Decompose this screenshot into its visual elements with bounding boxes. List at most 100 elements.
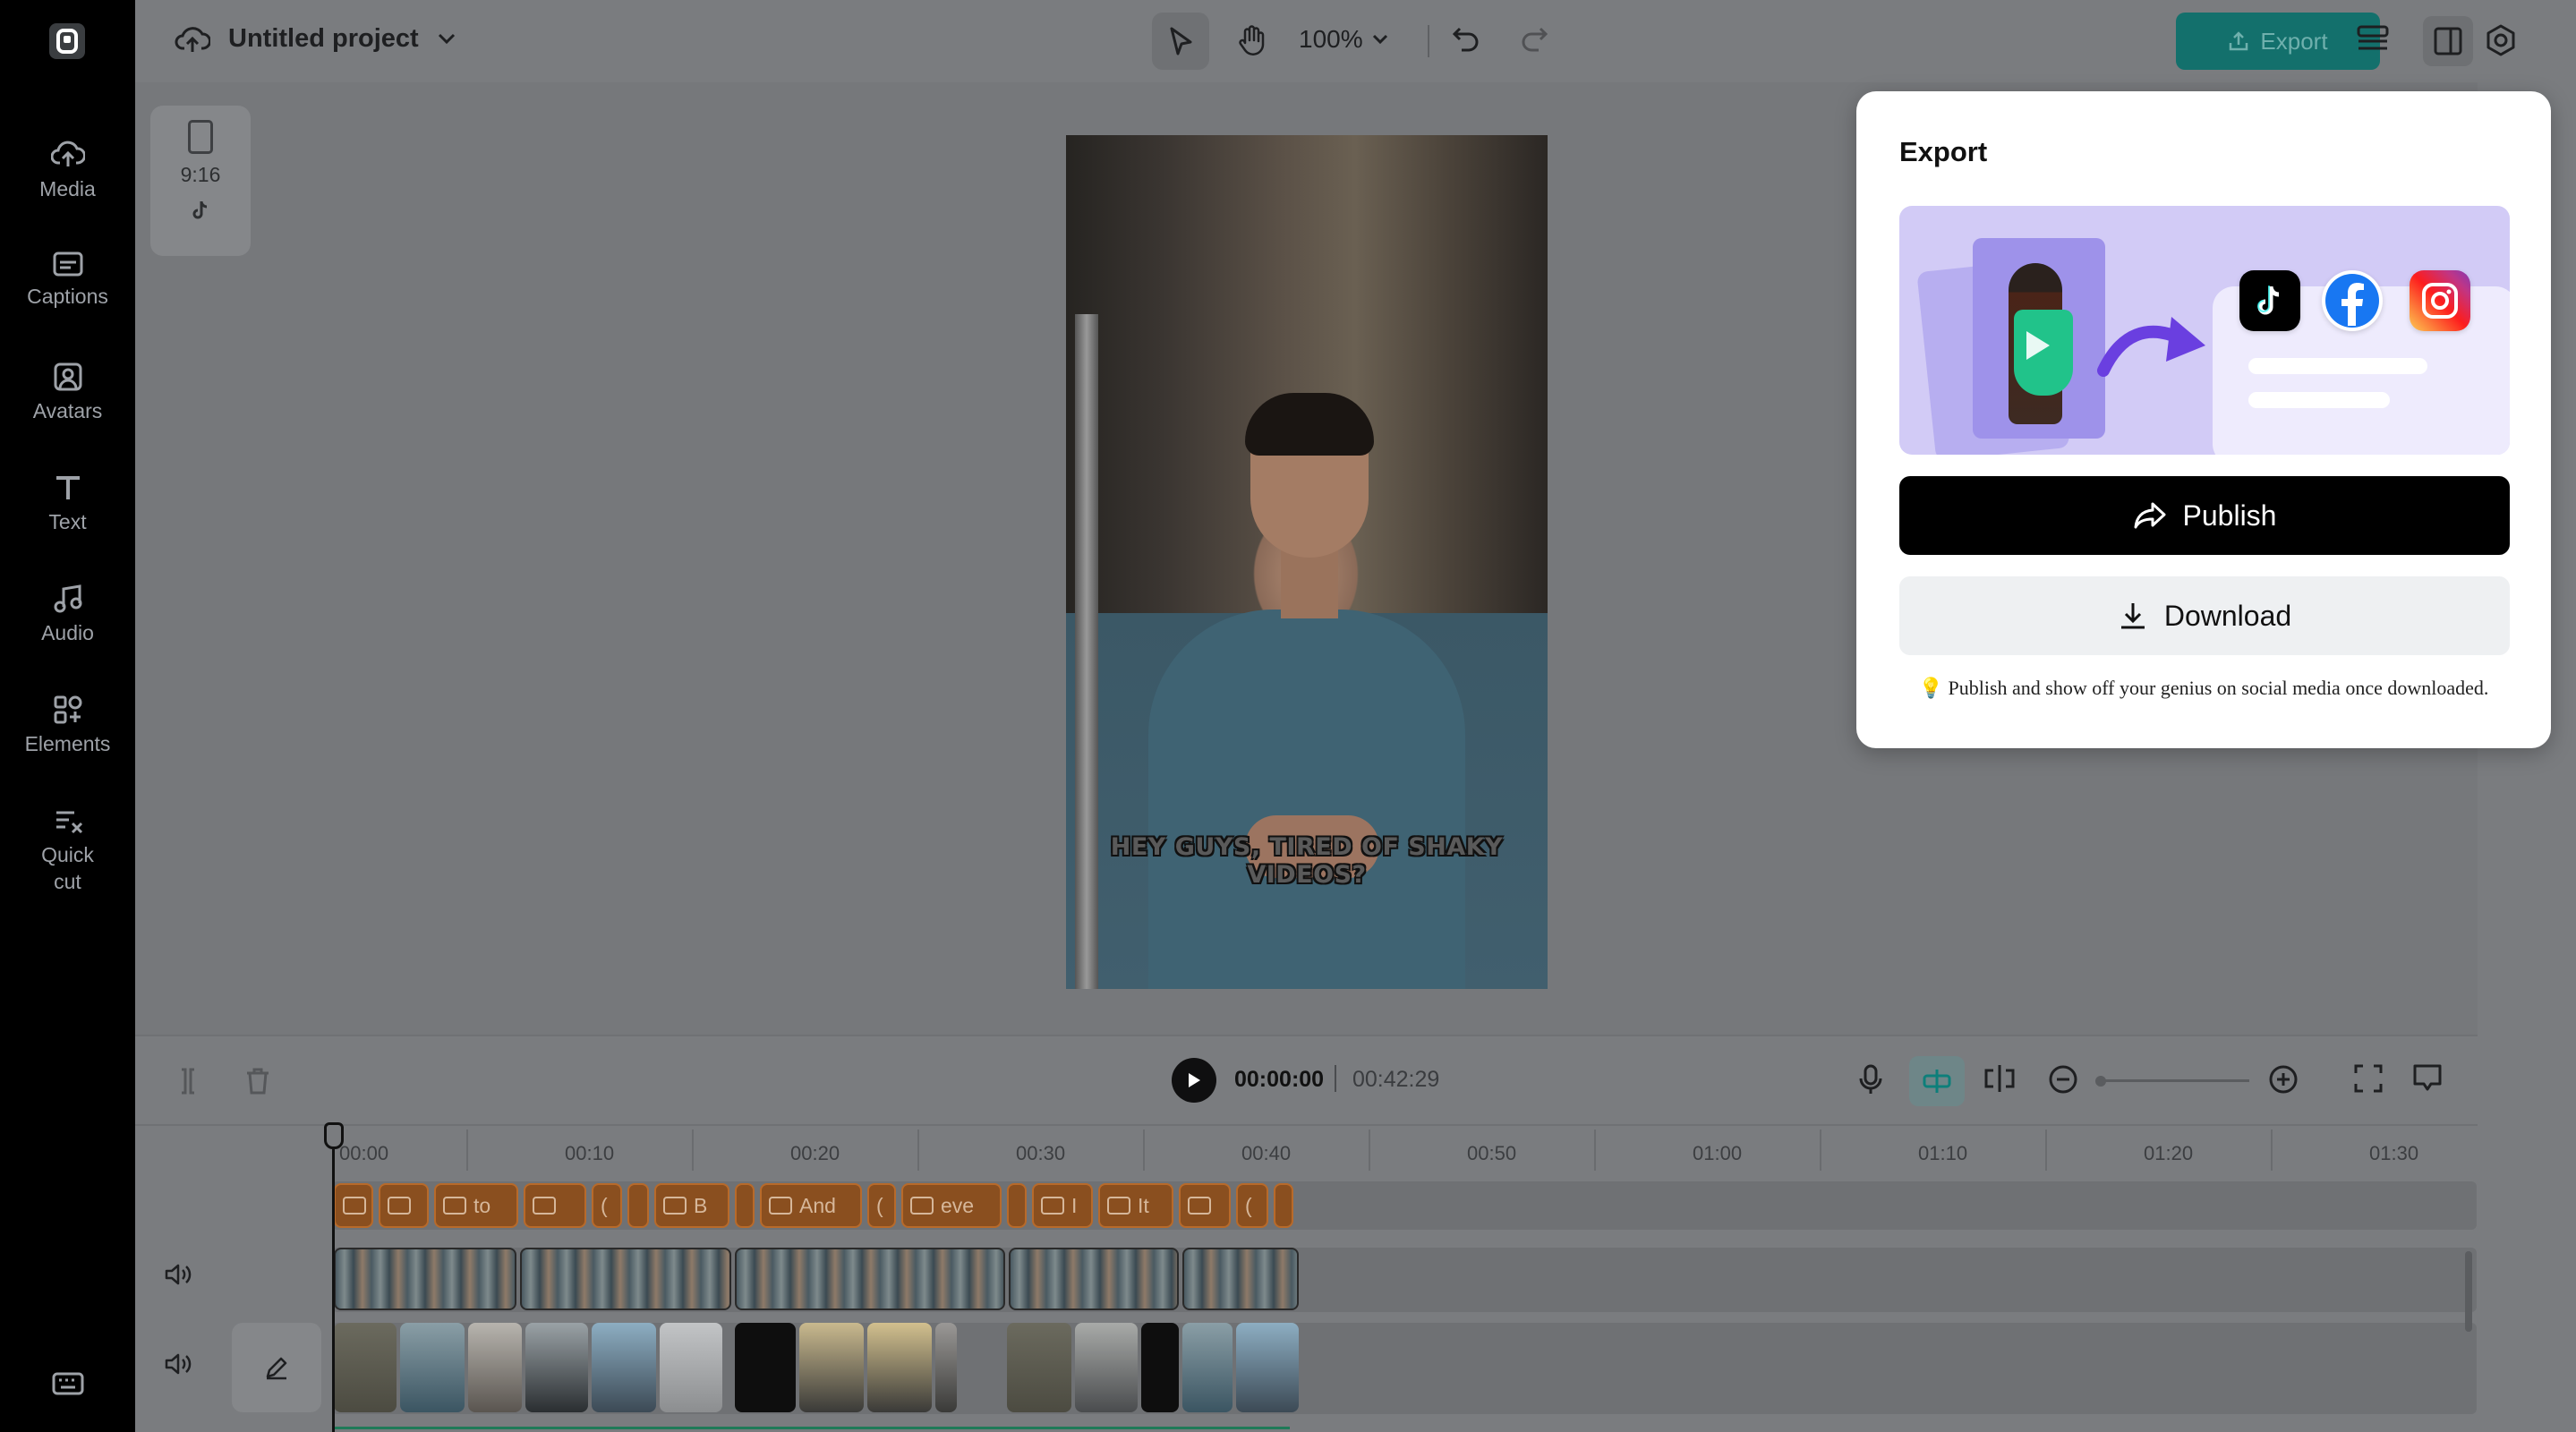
caption-clip[interactable] — [1274, 1183, 1293, 1228]
keyboard-shortcuts-icon[interactable] — [52, 1371, 84, 1396]
zoom-out-button[interactable] — [2047, 1063, 2079, 1095]
broll-clip[interactable] — [468, 1323, 522, 1412]
magnet-snap-icon — [1923, 1070, 1951, 1093]
broll-clip[interactable] — [1141, 1323, 1179, 1412]
sidebar-item-quick-cut[interactable]: Quick cut — [0, 806, 135, 895]
broll-clip[interactable] — [400, 1323, 465, 1412]
playhead[interactable] — [332, 1122, 335, 1432]
caption-clip[interactable]: And — [760, 1183, 862, 1228]
download-button[interactable]: Download — [1899, 576, 2510, 655]
zoom-select[interactable]: 100% — [1299, 25, 1388, 54]
app-logo[interactable] — [49, 23, 85, 59]
redo-button[interactable] — [1519, 23, 1549, 54]
split-button[interactable] — [175, 1067, 201, 1095]
broll-clip[interactable] — [935, 1323, 957, 1412]
caption-clip[interactable] — [735, 1183, 755, 1228]
video-clip[interactable] — [334, 1248, 516, 1310]
broll-clip[interactable] — [735, 1323, 796, 1412]
broll-clip[interactable] — [1075, 1323, 1138, 1412]
project-title[interactable]: Untitled project — [228, 24, 419, 54]
caption-clip[interactable] — [524, 1183, 586, 1228]
play-button[interactable] — [1172, 1058, 1216, 1103]
video-clip[interactable] — [735, 1248, 1005, 1310]
microphone-icon — [1859, 1064, 1882, 1094]
broll-clip[interactable] — [525, 1323, 588, 1412]
delete-button[interactable] — [244, 1067, 271, 1095]
video-clip[interactable] — [1182, 1248, 1299, 1310]
captions-icon — [53, 251, 82, 277]
ruler-label: 00:10 — [565, 1142, 615, 1164]
caption-clip[interactable]: ( — [1236, 1183, 1268, 1228]
broll-clip[interactable] — [334, 1323, 397, 1412]
caption-clip[interactable]: to — [434, 1183, 518, 1228]
broll-clip[interactable] — [1007, 1323, 1071, 1412]
caption-clip[interactable] — [334, 1183, 373, 1228]
caption-clip[interactable]: ( — [592, 1183, 622, 1228]
sidebar-item-text[interactable]: Text — [0, 473, 135, 535]
share-icon — [2134, 502, 2166, 529]
publish-button[interactable]: Publish — [1899, 476, 2510, 555]
caption-clip[interactable] — [627, 1183, 649, 1228]
ruler-label: 01:30 — [2369, 1142, 2419, 1164]
video-subtitle[interactable]: HEY GUYS, TIRED OF SHAKY VIDEOS? — [1066, 833, 1548, 889]
caption-clip[interactable]: I — [1032, 1183, 1093, 1228]
tiktok-icon — [192, 200, 208, 219]
ruler-label: 00:00 — [339, 1142, 389, 1164]
export-button[interactable]: Export — [2176, 13, 2380, 70]
select-tool-button[interactable] — [1152, 13, 1209, 70]
caption-clip[interactable]: eve — [901, 1183, 1002, 1228]
video-clip[interactable] — [1009, 1248, 1179, 1310]
sidebar-item-audio[interactable]: Audio — [0, 584, 135, 646]
record-voice-button[interactable] — [1857, 1063, 1884, 1095]
sidebar-item-elements[interactable]: Elements — [0, 695, 135, 757]
sidebar-item-captions[interactable]: Captions — [0, 251, 135, 310]
hero-placeholder-bar — [2248, 392, 2390, 408]
split-vertical-icon — [1984, 1065, 2015, 1092]
video-clip[interactable] — [520, 1248, 731, 1310]
top-bar: Untitled project 100% Export — [135, 0, 2576, 82]
layers-button[interactable] — [2355, 23, 2391, 55]
timeline-zoom-handle[interactable] — [2095, 1076, 2106, 1087]
zoom-in-button[interactable] — [2267, 1063, 2299, 1095]
track-volume-button[interactable] — [164, 1351, 192, 1377]
video-preview[interactable]: HEY GUYS, TIRED OF SHAKY VIDEOS? — [1066, 135, 1548, 989]
project-menu[interactable]: Untitled project — [175, 23, 456, 54]
auto-snap-toggle[interactable] — [1909, 1056, 1965, 1106]
broll-clip[interactable] — [1236, 1323, 1299, 1412]
broll-clip[interactable] — [867, 1323, 932, 1412]
broll-clip[interactable] — [660, 1323, 722, 1412]
edit-cover-button[interactable] — [232, 1323, 321, 1412]
sidebar-item-media[interactable]: Media — [0, 140, 135, 202]
track-volume-button[interactable] — [164, 1262, 192, 1287]
sidebar-item-avatars[interactable]: Avatars — [0, 362, 135, 424]
caption-clip[interactable]: B — [654, 1183, 729, 1228]
share-arrow-icon — [2097, 317, 2205, 377]
timeline-zoom-slider[interactable] — [2101, 1079, 2249, 1082]
avatar-icon — [54, 362, 81, 391]
broll-clip[interactable] — [1182, 1323, 1233, 1412]
caption-clip[interactable] — [1007, 1183, 1027, 1228]
caption-clip[interactable]: It — [1098, 1183, 1173, 1228]
caption-clip[interactable] — [379, 1183, 429, 1228]
undo-button[interactable] — [1451, 23, 1481, 54]
quick-cut-icon — [55, 811, 82, 834]
caption-clip[interactable] — [1179, 1183, 1231, 1228]
timeline-scrollbar[interactable] — [2465, 1251, 2472, 1332]
fit-timeline-button[interactable] — [2353, 1063, 2384, 1094]
ruler-tick — [1594, 1129, 1596, 1171]
broll-clip[interactable] — [799, 1323, 864, 1412]
cloud-sync-icon — [175, 27, 210, 52]
comment-button[interactable] — [2412, 1063, 2443, 1094]
hand-tool-button[interactable] — [1223, 13, 1280, 70]
export-icon — [2230, 31, 2248, 51]
aspect-ratio-selector[interactable]: 9:16 — [150, 106, 251, 256]
split-scene-button[interactable] — [1983, 1063, 2017, 1094]
playhead-handle[interactable] — [324, 1122, 344, 1149]
sidebar-item-label: Quick cut — [41, 843, 94, 893]
timeline-ruler[interactable]: 00:00 00:10 00:20 00:30 00:40 00:50 01:0… — [135, 1124, 2478, 1171]
ruler-tick — [1820, 1129, 1821, 1171]
toggle-panel-button[interactable] — [2423, 16, 2473, 66]
settings-button[interactable] — [2484, 23, 2518, 57]
broll-clip[interactable] — [592, 1323, 656, 1412]
caption-clip[interactable]: ( — [867, 1183, 896, 1228]
